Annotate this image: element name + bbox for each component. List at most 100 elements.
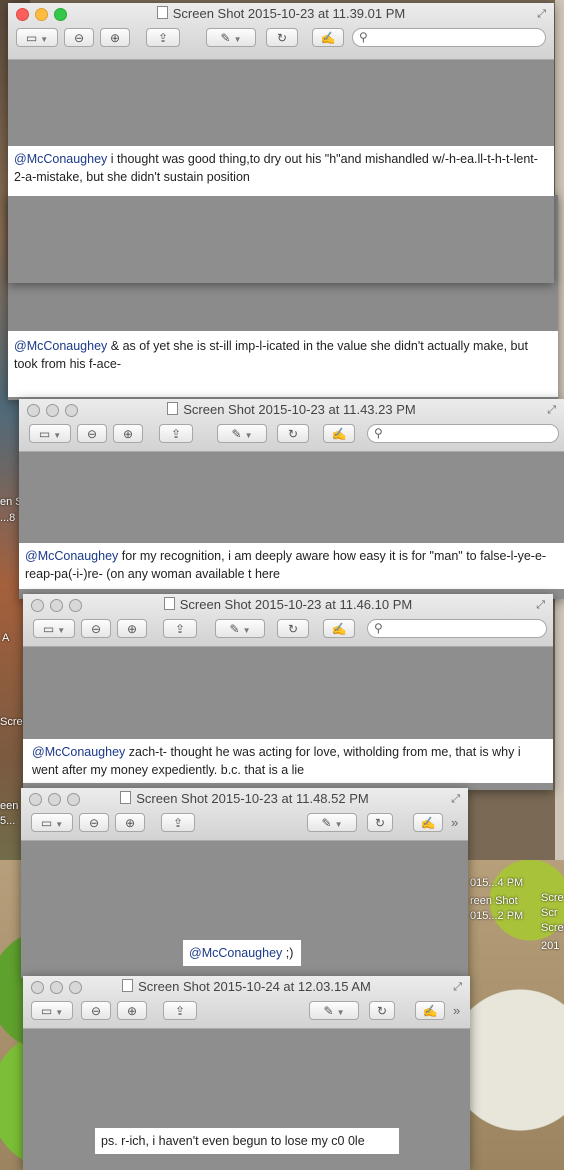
- rotate-button[interactable]: ↻: [277, 619, 309, 638]
- zoom-in-button[interactable]: ⊕: [100, 28, 130, 47]
- zoom-out-button[interactable]: ⊖: [81, 1001, 111, 1020]
- sidebar-icon: ▭: [25, 31, 38, 45]
- toolbar-overflow-icon[interactable]: »: [453, 1003, 460, 1018]
- share-icon: ⇪: [172, 816, 184, 830]
- zoom-in-button[interactable]: ⊕: [113, 424, 143, 443]
- sidebar-view-button[interactable]: ▭ ▼: [31, 1001, 73, 1020]
- sidebar-view-button[interactable]: ▭ ▼: [31, 813, 73, 832]
- tweet-mention[interactable]: @McConaughey: [14, 339, 107, 353]
- search-field[interactable]: ⚲: [352, 28, 546, 47]
- rotate-icon: ↻: [374, 816, 386, 830]
- chevron-down-icon: ▼: [40, 35, 49, 44]
- window-titlebar[interactable]: Screen Shot 2015-10-23 at 11.39.01 PM ⤢ …: [8, 3, 554, 60]
- sidebar-view-button[interactable]: ▭ ▼: [29, 424, 71, 443]
- desktop-file-label[interactable]: Scr: [541, 907, 558, 919]
- rotate-button[interactable]: ↻: [369, 1001, 395, 1020]
- preview-window-1[interactable]: Screen Shot 2015-10-23 at 11.39.01 PM ⤢ …: [8, 3, 554, 283]
- desktop-file-label[interactable]: ...8: [0, 512, 15, 524]
- desktop-file-label[interactable]: A: [2, 632, 9, 644]
- rotate-icon: ↻: [376, 1004, 388, 1018]
- fullscreen-icon[interactable]: ⤢: [547, 404, 556, 417]
- tweet-mention[interactable]: @McConaughey: [14, 152, 107, 166]
- zoom-in-icon: ⊕: [126, 622, 138, 636]
- markup-pen-button[interactable]: ✎ ▼: [206, 28, 256, 47]
- rotate-icon: ↻: [287, 427, 299, 441]
- zoom-out-button[interactable]: ⊖: [64, 28, 94, 47]
- desktop-file-label[interactable]: een: [0, 800, 18, 812]
- pen-icon: ✎: [231, 427, 242, 441]
- annotate-button[interactable]: ✍: [415, 1001, 445, 1020]
- search-icon: ⚲: [359, 30, 368, 44]
- zoom-out-button[interactable]: ⊖: [77, 424, 107, 443]
- fullscreen-icon[interactable]: ⤢: [536, 599, 545, 612]
- preview-window-3[interactable]: Screen Shot 2015-10-23 at 11.46.10 PM ⤢ …: [23, 594, 553, 790]
- preview-window-4[interactable]: Screen Shot 2015-10-23 at 11.48.52 PM ⤢ …: [21, 788, 468, 978]
- fullscreen-icon[interactable]: ⤢: [451, 793, 460, 806]
- search-icon: ⚲: [374, 621, 383, 635]
- fullscreen-icon[interactable]: ⤢: [453, 981, 462, 994]
- share-button[interactable]: ⇪: [163, 1001, 197, 1020]
- pen-icon: ✎: [321, 816, 332, 830]
- annotate-icon: ✍: [320, 31, 336, 45]
- markup-pen-button[interactable]: ✎ ▼: [215, 619, 265, 638]
- tweet-mention[interactable]: @McConaughey: [25, 549, 118, 563]
- fullscreen-icon[interactable]: ⤢: [537, 8, 546, 21]
- markup-pen-button[interactable]: ✎ ▼: [217, 424, 267, 443]
- window-titlebar[interactable]: Screen Shot 2015-10-23 at 11.46.10 PM ⤢ …: [23, 594, 553, 647]
- window-title: Screen Shot 2015-10-24 at 12.03.15 AM: [23, 979, 470, 994]
- sidebar-view-button[interactable]: ▭ ▼: [33, 619, 75, 638]
- rotate-icon: ↻: [287, 622, 299, 636]
- chevron-down-icon: ▼: [55, 1008, 64, 1017]
- window-titlebar[interactable]: Screen Shot 2015-10-23 at 11.43.23 PM ⤢ …: [19, 399, 564, 452]
- zoom-out-icon: ⊖: [86, 427, 98, 441]
- tweet-text: @McConaughey & as of yet she is st-ill i…: [8, 331, 558, 397]
- desktop-file-label[interactable]: reen Shot: [470, 895, 518, 907]
- tweet-text: @McConaughey ;): [183, 940, 301, 966]
- zoom-in-button[interactable]: ⊕: [117, 1001, 147, 1020]
- preview-window-2[interactable]: Screen Shot 2015-10-23 at 11.43.23 PM ⤢ …: [19, 399, 564, 599]
- zoom-out-icon: ⊖: [90, 622, 102, 636]
- desktop-file-label[interactable]: 015...4 PM: [470, 877, 523, 889]
- tweet-text: @McConaughey zach-t- thought he was acti…: [23, 739, 553, 783]
- preview-window-5[interactable]: Screen Shot 2015-10-24 at 12.03.15 AM ⤢ …: [23, 976, 470, 1170]
- annotate-button[interactable]: ✍: [323, 619, 355, 638]
- rotate-button[interactable]: ↻: [277, 424, 309, 443]
- sidebar-icon: ▭: [42, 622, 55, 636]
- chevron-down-icon: ▼: [53, 431, 62, 440]
- rotate-button[interactable]: ↻: [266, 28, 298, 47]
- zoom-out-icon: ⊖: [88, 816, 100, 830]
- markup-pen-button[interactable]: ✎ ▼: [307, 813, 357, 832]
- tweet-mention[interactable]: @McConaughey: [189, 946, 282, 960]
- desktop-file-label[interactable]: 5...: [0, 815, 15, 827]
- desktop-file-label[interactable]: Scre: [541, 922, 564, 934]
- annotate-button[interactable]: ✍: [413, 813, 443, 832]
- annotate-button[interactable]: ✍: [312, 28, 344, 47]
- tweet-body: ps. r-ich, i haven't even begun to lose …: [101, 1134, 365, 1148]
- zoom-in-button[interactable]: ⊕: [115, 813, 145, 832]
- search-icon: ⚲: [374, 426, 383, 440]
- share-button[interactable]: ⇪: [146, 28, 180, 47]
- zoom-in-button[interactable]: ⊕: [117, 619, 147, 638]
- desktop-file-label[interactable]: Scre: [0, 716, 23, 728]
- annotate-icon: ✍: [331, 427, 347, 441]
- window-titlebar[interactable]: Screen Shot 2015-10-24 at 12.03.15 AM ⤢ …: [23, 976, 470, 1029]
- zoom-out-button[interactable]: ⊖: [81, 619, 111, 638]
- window-titlebar[interactable]: Screen Shot 2015-10-23 at 11.48.52 PM ⤢ …: [21, 788, 468, 841]
- share-button[interactable]: ⇪: [163, 619, 197, 638]
- desktop-file-label[interactable]: 201: [541, 940, 559, 952]
- rotate-button[interactable]: ↻: [367, 813, 393, 832]
- tweet-mention[interactable]: @McConaughey: [32, 745, 125, 759]
- desktop-file-label[interactable]: Scre: [541, 892, 564, 904]
- annotate-button[interactable]: ✍: [323, 424, 355, 443]
- search-field[interactable]: ⚲: [367, 424, 559, 443]
- share-button[interactable]: ⇪: [159, 424, 193, 443]
- search-field[interactable]: ⚲: [367, 619, 547, 638]
- tweet-text: ps. r-ich, i haven't even begun to lose …: [95, 1128, 399, 1154]
- zoom-out-button[interactable]: ⊖: [79, 813, 109, 832]
- zoom-in-icon: ⊕: [122, 427, 134, 441]
- markup-pen-button[interactable]: ✎ ▼: [309, 1001, 359, 1020]
- desktop-file-label[interactable]: 015...2 PM: [470, 910, 523, 922]
- share-button[interactable]: ⇪: [161, 813, 195, 832]
- toolbar-overflow-icon[interactable]: »: [451, 815, 458, 830]
- sidebar-view-button[interactable]: ▭ ▼: [16, 28, 58, 47]
